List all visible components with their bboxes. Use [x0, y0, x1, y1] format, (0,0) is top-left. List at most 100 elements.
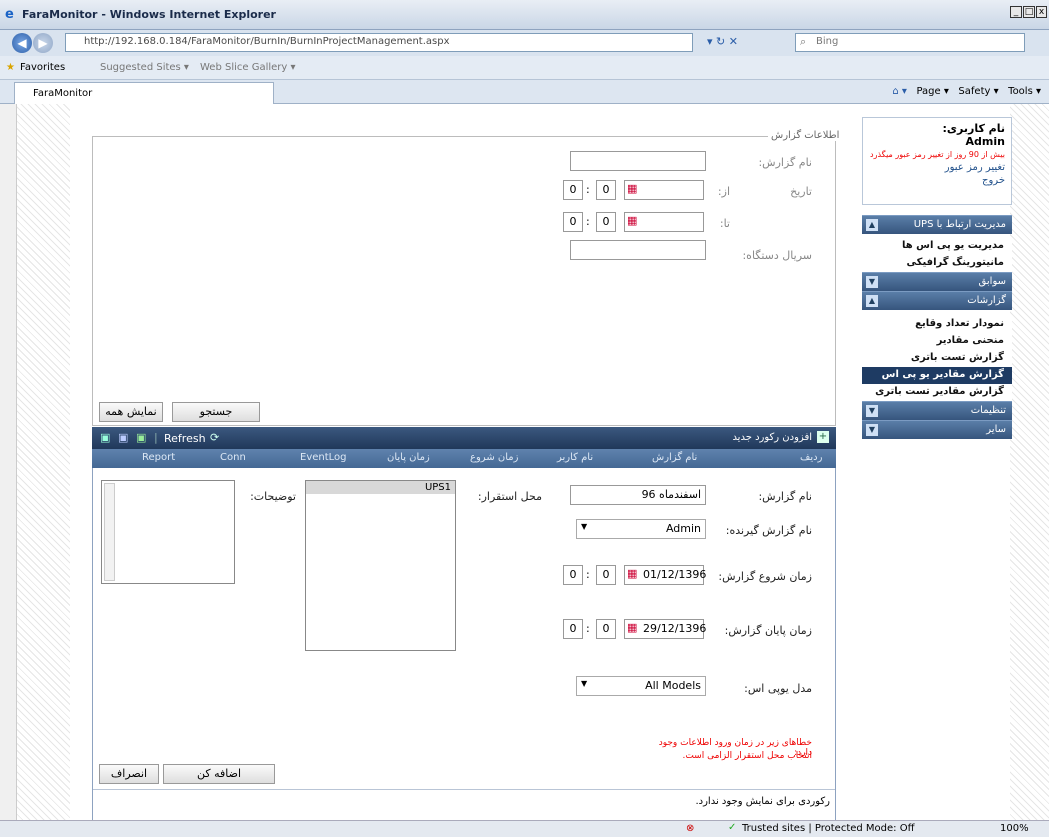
time-separator: : [586, 183, 590, 196]
menu-item-ups-values[interactable]: گزارش مقادیر یو پی اس [862, 367, 1012, 384]
cancel-button[interactable]: انصراف [99, 764, 159, 784]
menu-item-value-curve[interactable]: منحنی مقادیر [862, 333, 1012, 350]
export-csv-icon[interactable]: ▣ [136, 431, 146, 444]
logout-link[interactable]: خروج [869, 175, 1005, 186]
add-button[interactable]: اضافه کن [163, 764, 275, 784]
expand-icon[interactable]: ▼ [866, 405, 878, 417]
menu-item-ups-management[interactable]: مدیریت یو پی اس ها [862, 238, 1012, 255]
recipient-select[interactable]: ▼ Admin [576, 519, 706, 539]
from-label: از: [717, 185, 730, 198]
ie-logo-icon: e [5, 7, 14, 22]
safety-menu[interactable]: Safety ▾ [958, 86, 998, 97]
form-report-name-input[interactable]: اسفندماه 96 [570, 485, 706, 505]
col-report[interactable]: Report [142, 452, 175, 463]
back-button[interactable]: ◀ [12, 33, 32, 53]
menu-history[interactable]: سوابق ▼ [862, 272, 1012, 291]
start-minute-input[interactable]: 0 [596, 565, 616, 585]
collapse-icon[interactable]: ▲ [866, 295, 878, 307]
start-hour-input[interactable]: 0 [563, 565, 583, 585]
textarea-scrollbar[interactable] [104, 483, 115, 581]
favorites-button[interactable]: Favorites [20, 62, 65, 73]
tools-menu[interactable]: Tools ▾ [1008, 86, 1041, 97]
menu-title: گزارشات [967, 295, 1006, 306]
fav-link-webslice[interactable]: Web Slice Gallery ▾ [200, 62, 296, 73]
ups-model-select[interactable]: ▼ All Models [576, 676, 706, 696]
menu-item-graphic-monitoring[interactable]: مانیتورینگ گرافیکی [862, 255, 1012, 272]
export-excel-icon[interactable]: ▣ [100, 431, 110, 444]
from-minute-input[interactable]: 0 [596, 180, 616, 200]
form-report-name-label: نام گزارش: [758, 490, 812, 503]
recipient-value: Admin [665, 522, 701, 535]
star-icon: ★ [6, 62, 15, 73]
menu-item-battery-values[interactable]: گزارش مقادیر تست باتری [862, 384, 1012, 401]
location-option[interactable]: UPS1 [306, 481, 455, 494]
menu-title: مدیریت ارتباط با UPS [913, 219, 1006, 230]
calendar-icon[interactable]: ▦ [627, 567, 637, 580]
recipient-label: نام گزارش گیرنده: [725, 524, 812, 537]
col-conn[interactable]: Conn [220, 452, 246, 463]
menu-title: سایر [986, 424, 1006, 435]
calendar-icon[interactable]: ▦ [627, 182, 637, 195]
expand-icon[interactable]: ▼ [866, 276, 878, 288]
show-all-button[interactable]: نمایش همه [99, 402, 163, 422]
notes-textarea[interactable] [101, 480, 235, 584]
vertical-scrollbar[interactable] [0, 104, 17, 822]
menu-item-battery-test[interactable]: گزارش تست باتری [862, 350, 1012, 367]
maximize-button[interactable]: □ [1023, 6, 1035, 18]
to-minute-input[interactable]: 0 [596, 212, 616, 232]
col-start-time[interactable]: زمان شروع [470, 452, 518, 463]
menu-item-event-chart[interactable]: نمودار تعداد وقایع [862, 316, 1012, 333]
serial-label: سریال دستگاه: [742, 249, 812, 262]
from-hour-input[interactable]: 0 [563, 180, 583, 200]
serial-input[interactable] [570, 240, 706, 260]
add-record-button[interactable]: افزودن رکورد جدید [692, 432, 812, 443]
menu-ups-connection[interactable]: مدیریت ارتباط با UPS ▲ [862, 215, 1012, 234]
calendar-icon[interactable]: ▦ [627, 621, 637, 634]
page-menu[interactable]: Page ▾ [916, 86, 948, 97]
notes-label: توضیحات: [250, 490, 296, 503]
export-word-icon[interactable]: ▣ [118, 431, 128, 444]
end-time-label: زمان پایان گزارش: [724, 624, 812, 637]
menu-reports[interactable]: گزارشات ▲ [862, 291, 1012, 310]
report-name-label: نام گزارش: [758, 156, 812, 169]
home-icon[interactable]: ⌂ ▾ [892, 86, 907, 97]
col-row[interactable]: ردیف [800, 452, 822, 463]
start-time-label: زمان شروع گزارش: [718, 570, 812, 583]
refresh-button[interactable]: Refresh [164, 432, 206, 445]
forward-button[interactable]: ▶ [33, 33, 53, 53]
col-user-name[interactable]: نام کاربر [557, 452, 593, 463]
user-name: Admin [965, 135, 1005, 148]
menu-other[interactable]: سایر ▼ [862, 420, 1012, 439]
address-actions[interactable]: ▾ ↻ ✕ [707, 35, 787, 51]
menu-settings[interactable]: تنظیمات ▼ [862, 401, 1012, 420]
end-hour-input[interactable]: 0 [563, 619, 583, 639]
add-icon[interactable]: + [817, 431, 829, 443]
expand-icon[interactable]: ▼ [866, 424, 878, 436]
ups-model-label: مدل یوپی اس: [744, 682, 812, 695]
page-margin-left [17, 104, 70, 822]
error-location-required: انتخاب محل استقرار الزامی است. [682, 751, 812, 761]
divider [93, 789, 835, 790]
end-minute-input[interactable]: 0 [596, 619, 616, 639]
close-button[interactable]: x [1036, 6, 1047, 18]
location-listbox[interactable]: UPS1 [305, 480, 456, 651]
browser-tab[interactable]: FaraMonitor [14, 82, 274, 104]
address-bar[interactable]: http://192.168.0.184/FaraMonitor/BurnIn/… [65, 33, 693, 52]
calendar-icon[interactable]: ▦ [627, 214, 637, 227]
col-end-time[interactable]: زمان پایان [387, 452, 430, 463]
col-eventlog[interactable]: EventLog [300, 452, 347, 463]
minimize-button[interactable]: _ [1010, 6, 1022, 18]
fav-link-suggested[interactable]: Suggested Sites ▾ [100, 62, 189, 73]
menu-title: تنظیمات [970, 405, 1006, 416]
change-password-link[interactable]: تغییر رمز عبور [869, 162, 1005, 173]
collapse-icon[interactable]: ▲ [866, 219, 878, 231]
report-name-input[interactable] [570, 151, 706, 171]
date-label: تاریخ [790, 185, 812, 198]
refresh-icon[interactable]: ⟳ [210, 431, 219, 444]
search-input[interactable]: Bing [795, 33, 1025, 52]
zone-status[interactable]: Trusted sites | Protected Mode: Off [742, 823, 915, 834]
search-button[interactable]: جستجو [172, 402, 260, 422]
col-report-name[interactable]: نام گزارش [652, 452, 697, 463]
zoom-level[interactable]: 100% [1000, 823, 1029, 834]
to-hour-input[interactable]: 0 [563, 212, 583, 232]
